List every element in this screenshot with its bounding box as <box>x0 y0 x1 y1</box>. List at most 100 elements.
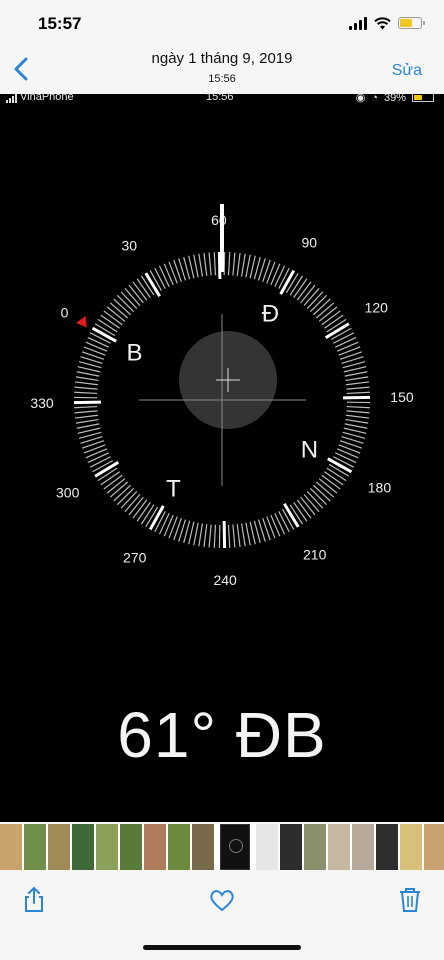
compass-tick <box>198 253 204 277</box>
compass-tick <box>335 452 357 464</box>
compass-tick <box>106 478 126 494</box>
compass-tick <box>74 391 98 395</box>
thumbnail-strip[interactable] <box>0 824 444 870</box>
compass-tick <box>333 332 355 344</box>
compass-degree-label: 60 <box>211 212 227 228</box>
compass-tick <box>293 278 308 298</box>
compass-degree-label: 240 <box>213 572 237 588</box>
compass-tick <box>97 318 118 333</box>
compass-degree-label: 30 <box>122 238 138 254</box>
compass-tick <box>188 521 195 545</box>
compass-degree-label: 180 <box>368 479 392 495</box>
compass-tick <box>303 287 320 307</box>
thumbnail[interactable] <box>48 824 70 870</box>
compass-tick <box>343 427 367 434</box>
thumbnail[interactable] <box>0 824 22 870</box>
compass-cardinal-label: N <box>301 436 318 463</box>
compass-tick <box>163 263 174 286</box>
compass-tick <box>208 252 212 276</box>
compass-tick <box>232 524 236 548</box>
compass-cardinal-label: Đ <box>262 301 279 328</box>
thumbnail[interactable] <box>400 824 422 870</box>
compass-tick <box>116 294 135 313</box>
share-icon[interactable] <box>20 886 48 914</box>
thumbnail[interactable] <box>256 824 278 870</box>
compass-tick <box>213 524 217 548</box>
thumbnail[interactable] <box>168 824 190 870</box>
compass-tick <box>309 294 328 313</box>
compass-tick <box>106 306 126 322</box>
thumbnail[interactable] <box>304 824 326 870</box>
edit-button[interactable]: Sửa <box>392 62 422 80</box>
compass-tick <box>77 427 101 434</box>
compass-degree-label: 0 <box>61 305 69 321</box>
compass-tick <box>345 381 369 386</box>
compass-tick <box>227 252 231 276</box>
compass-tick <box>132 281 148 301</box>
compass-tick <box>318 478 338 494</box>
thumbnail[interactable] <box>328 824 350 870</box>
compass-tick <box>76 423 100 429</box>
thumbnail[interactable] <box>144 824 166 870</box>
compass-tick <box>113 484 131 502</box>
compass-cardinal-label: B <box>127 340 143 367</box>
compass-tick <box>240 253 246 277</box>
thumbnail[interactable] <box>352 824 374 870</box>
compass-tick <box>321 474 341 490</box>
compass-tick <box>346 405 370 409</box>
photo-date: ngày 1 tháng 9, 2019 <box>151 50 293 67</box>
compass-tick <box>193 522 199 546</box>
compass-tick <box>120 491 138 509</box>
compass-tick <box>120 291 138 309</box>
compass-tick <box>136 502 151 522</box>
compass-tick <box>300 284 316 304</box>
compass-degree-label: 300 <box>56 485 80 501</box>
compass-tick <box>85 341 108 352</box>
photo-view[interactable]: VinaPhone 15:56 ◉ ◔ 39% 0 30 60 90 120 150 180… <box>0 94 444 822</box>
compass-tick <box>321 310 341 326</box>
compass-tick <box>89 456 111 468</box>
compass-tick <box>313 298 331 316</box>
thumbnail[interactable] <box>120 824 142 870</box>
cellular-signal-icon <box>349 16 367 30</box>
compass-tick <box>203 523 208 547</box>
compass-tick <box>136 278 151 298</box>
compass-tick <box>158 265 170 287</box>
compass-tick <box>236 523 241 547</box>
compass-tick <box>100 314 120 329</box>
thumbnail[interactable] <box>424 824 444 870</box>
thumbnail[interactable] <box>96 824 118 870</box>
trash-icon[interactable] <box>396 886 424 914</box>
status-bar: 15:57 <box>0 0 444 44</box>
thumbnail[interactable] <box>280 824 302 870</box>
compass-tick <box>87 452 109 464</box>
thumbnail[interactable] <box>24 824 46 870</box>
thumbnail-current[interactable] <box>220 824 250 870</box>
status-icons <box>349 14 425 32</box>
compass-tick <box>113 298 131 316</box>
compass-tick <box>74 410 98 414</box>
compass-degree-label: 210 <box>303 546 327 562</box>
compass-tick <box>158 513 170 535</box>
compass-degree-label: 120 <box>365 299 389 315</box>
heart-icon[interactable] <box>208 886 236 914</box>
compass-tick <box>318 306 338 322</box>
compass-tick <box>315 481 335 498</box>
thumbnail[interactable] <box>376 824 398 870</box>
compass-tick <box>109 481 129 498</box>
compass-tick <box>75 376 99 382</box>
compass-tick <box>249 255 256 279</box>
compass-tick <box>335 336 357 348</box>
compass-tick <box>293 502 308 522</box>
compass-tick <box>346 391 370 395</box>
compass-tick <box>100 471 120 486</box>
compass-tick <box>75 414 99 419</box>
compass-tick <box>163 514 174 537</box>
compass-degree-label: 330 <box>30 395 54 411</box>
compass-tick <box>76 371 100 377</box>
thumbnail[interactable] <box>192 824 214 870</box>
compass-tick <box>245 522 251 546</box>
compass-tick <box>203 253 208 277</box>
thumbnail[interactable] <box>72 824 94 870</box>
compass-tick <box>346 386 370 390</box>
